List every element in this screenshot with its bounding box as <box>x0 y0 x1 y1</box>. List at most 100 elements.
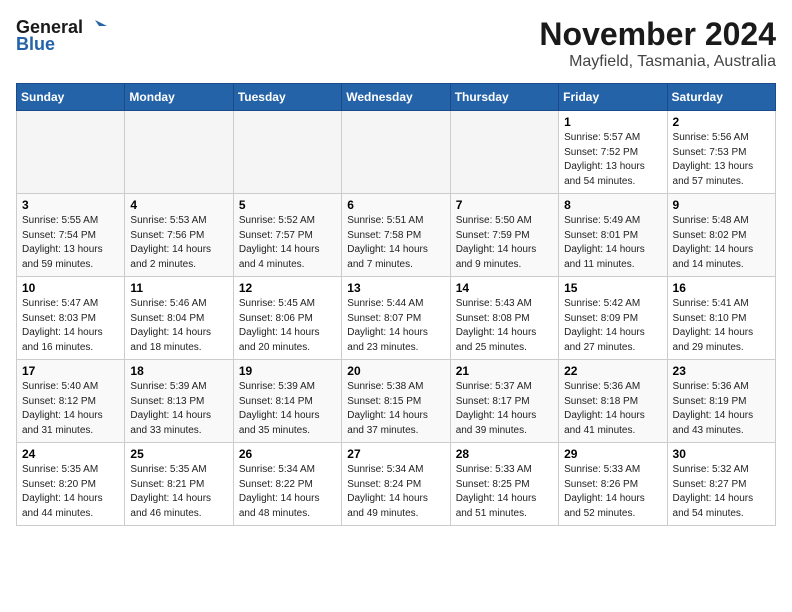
day-number: 7 <box>456 198 553 212</box>
day-info: Sunrise: 5:44 AMSunset: 8:07 PMDaylight:… <box>347 298 428 353</box>
day-number: 17 <box>22 364 119 378</box>
day-number: 19 <box>239 364 336 378</box>
day-info: Sunrise: 5:36 AMSunset: 8:19 PMDaylight:… <box>673 381 754 436</box>
day-info: Sunrise: 5:51 AMSunset: 7:58 PMDaylight:… <box>347 215 428 270</box>
day-info: Sunrise: 5:52 AMSunset: 7:57 PMDaylight:… <box>239 215 320 270</box>
calendar-week-1: 1 Sunrise: 5:57 AMSunset: 7:52 PMDaylight… <box>17 111 776 194</box>
calendar-cell: 23Sunrise: 5:36 AMSunset: 8:19 PMDayligh… <box>667 360 775 443</box>
calendar-body: 1 Sunrise: 5:57 AMSunset: 7:52 PMDaylight… <box>17 111 776 526</box>
calendar-cell: 11 Sunrise: 5:46 AMSunset: 8:04 PMDayligh… <box>125 277 233 360</box>
calendar-cell: 3Sunrise: 5:55 AMSunset: 7:54 PMDaylight… <box>17 194 125 277</box>
calendar-week-4: 17 Sunrise: 5:40 AMSunset: 8:12 PMDayligh… <box>17 360 776 443</box>
day-number: 24 <box>22 447 119 461</box>
calendar-cell <box>342 111 450 194</box>
day-number: 29 <box>564 447 661 461</box>
calendar-cell: 18 Sunrise: 5:39 AMSunset: 8:13 PMDayligh… <box>125 360 233 443</box>
location: Mayfield, Tasmania, Australia <box>539 53 776 71</box>
day-info: Sunrise: 5:43 AMSunset: 8:08 PMDaylight:… <box>456 298 537 353</box>
calendar-cell: 16Sunrise: 5:41 AMSunset: 8:10 PMDayligh… <box>667 277 775 360</box>
day-info: Sunrise: 5:45 AMSunset: 8:06 PMDaylight:… <box>239 298 320 353</box>
day-info: Sunrise: 5:40 AMSunset: 8:12 PMDaylight:… <box>22 381 103 436</box>
weekday-header-monday: Monday <box>125 84 233 111</box>
day-number: 8 <box>564 198 661 212</box>
day-number: 30 <box>673 447 770 461</box>
calendar-cell: 10 Sunrise: 5:47 AMSunset: 8:03 PMDayligh… <box>17 277 125 360</box>
weekday-header-saturday: Saturday <box>667 84 775 111</box>
weekday-row: SundayMondayTuesdayWednesdayThursdayFrid… <box>17 84 776 111</box>
weekday-header-wednesday: Wednesday <box>342 84 450 111</box>
header: General Blue November 2024 Mayfield, Tas… <box>16 16 776 71</box>
calendar-cell: 1 Sunrise: 5:57 AMSunset: 7:52 PMDaylight… <box>559 111 667 194</box>
calendar-cell: 24 Sunrise: 5:35 AMSunset: 8:20 PMDayligh… <box>17 443 125 526</box>
calendar-cell: 21Sunrise: 5:37 AMSunset: 8:17 PMDayligh… <box>450 360 558 443</box>
calendar-week-5: 24 Sunrise: 5:35 AMSunset: 8:20 PMDayligh… <box>17 443 776 526</box>
calendar-cell: 14 Sunrise: 5:43 AMSunset: 8:08 PMDayligh… <box>450 277 558 360</box>
calendar-cell: 29 Sunrise: 5:33 AMSunset: 8:26 PMDayligh… <box>559 443 667 526</box>
day-number: 14 <box>456 281 553 295</box>
day-info: Sunrise: 5:42 AMSunset: 8:09 PMDaylight:… <box>564 298 645 353</box>
month-title: November 2024 <box>539 16 776 53</box>
calendar-header: SundayMondayTuesdayWednesdayThursdayFrid… <box>17 84 776 111</box>
day-info: Sunrise: 5:32 AMSunset: 8:27 PMDaylight:… <box>673 464 754 519</box>
day-info: Sunrise: 5:35 AMSunset: 8:20 PMDaylight:… <box>22 464 103 519</box>
calendar-cell <box>17 111 125 194</box>
title-area: November 2024 Mayfield, Tasmania, Austra… <box>539 16 776 71</box>
weekday-header-thursday: Thursday <box>450 84 558 111</box>
calendar-cell: 30 Sunrise: 5:32 AMSunset: 8:27 PMDayligh… <box>667 443 775 526</box>
day-info: Sunrise: 5:50 AMSunset: 7:59 PMDaylight:… <box>456 215 537 270</box>
calendar-cell: 12 Sunrise: 5:45 AMSunset: 8:06 PMDayligh… <box>233 277 341 360</box>
calendar: SundayMondayTuesdayWednesdayThursdayFrid… <box>16 83 776 526</box>
day-number: 11 <box>130 281 227 295</box>
day-number: 20 <box>347 364 444 378</box>
day-number: 12 <box>239 281 336 295</box>
day-number: 6 <box>347 198 444 212</box>
day-info: Sunrise: 5:56 AMSunset: 7:53 PMDaylight:… <box>673 132 754 187</box>
day-info: Sunrise: 5:34 AMSunset: 8:24 PMDaylight:… <box>347 464 428 519</box>
weekday-header-sunday: Sunday <box>17 84 125 111</box>
calendar-cell: 19Sunrise: 5:39 AMSunset: 8:14 PMDayligh… <box>233 360 341 443</box>
calendar-week-3: 10 Sunrise: 5:47 AMSunset: 8:03 PMDayligh… <box>17 277 776 360</box>
day-info: Sunrise: 5:55 AMSunset: 7:54 PMDaylight:… <box>22 215 103 270</box>
day-info: Sunrise: 5:49 AMSunset: 8:01 PMDaylight:… <box>564 215 645 270</box>
calendar-cell: 22Sunrise: 5:36 AMSunset: 8:18 PMDayligh… <box>559 360 667 443</box>
calendar-cell: 27Sunrise: 5:34 AMSunset: 8:24 PMDayligh… <box>342 443 450 526</box>
day-number: 10 <box>22 281 119 295</box>
day-number: 16 <box>673 281 770 295</box>
logo: General Blue <box>16 16 107 55</box>
day-info: Sunrise: 5:33 AMSunset: 8:25 PMDaylight:… <box>456 464 537 519</box>
calendar-cell: 13Sunrise: 5:44 AMSunset: 8:07 PMDayligh… <box>342 277 450 360</box>
calendar-cell: 7 Sunrise: 5:50 AMSunset: 7:59 PMDaylight… <box>450 194 558 277</box>
weekday-header-friday: Friday <box>559 84 667 111</box>
day-info: Sunrise: 5:38 AMSunset: 8:15 PMDaylight:… <box>347 381 428 436</box>
day-number: 15 <box>564 281 661 295</box>
day-info: Sunrise: 5:47 AMSunset: 8:03 PMDaylight:… <box>22 298 103 353</box>
calendar-cell: 4Sunrise: 5:53 AMSunset: 7:56 PMDaylight… <box>125 194 233 277</box>
day-info: Sunrise: 5:39 AMSunset: 8:13 PMDaylight:… <box>130 381 211 436</box>
calendar-cell: 5 Sunrise: 5:52 AMSunset: 7:57 PMDaylight… <box>233 194 341 277</box>
day-info: Sunrise: 5:35 AMSunset: 8:21 PMDaylight:… <box>130 464 211 519</box>
day-info: Sunrise: 5:46 AMSunset: 8:04 PMDaylight:… <box>130 298 211 353</box>
day-number: 22 <box>564 364 661 378</box>
day-info: Sunrise: 5:37 AMSunset: 8:17 PMDaylight:… <box>456 381 537 436</box>
day-number: 26 <box>239 447 336 461</box>
logo-bird-icon <box>85 16 107 38</box>
calendar-cell: 26Sunrise: 5:34 AMSunset: 8:22 PMDayligh… <box>233 443 341 526</box>
day-number: 28 <box>456 447 553 461</box>
calendar-cell: 20 Sunrise: 5:38 AMSunset: 8:15 PMDayligh… <box>342 360 450 443</box>
day-number: 1 <box>564 115 661 129</box>
calendar-cell: 2 Sunrise: 5:56 AMSunset: 7:53 PMDaylight… <box>667 111 775 194</box>
calendar-cell <box>450 111 558 194</box>
day-number: 2 <box>673 115 770 129</box>
calendar-cell: 15 Sunrise: 5:42 AMSunset: 8:09 PMDayligh… <box>559 277 667 360</box>
day-number: 9 <box>673 198 770 212</box>
day-number: 5 <box>239 198 336 212</box>
day-info: Sunrise: 5:53 AMSunset: 7:56 PMDaylight:… <box>130 215 211 270</box>
day-info: Sunrise: 5:57 AMSunset: 7:52 PMDaylight:… <box>564 132 645 187</box>
day-info: Sunrise: 5:33 AMSunset: 8:26 PMDaylight:… <box>564 464 645 519</box>
day-number: 25 <box>130 447 227 461</box>
calendar-cell: 8 Sunrise: 5:49 AMSunset: 8:01 PMDaylight… <box>559 194 667 277</box>
weekday-header-tuesday: Tuesday <box>233 84 341 111</box>
calendar-cell <box>125 111 233 194</box>
calendar-cell: 17 Sunrise: 5:40 AMSunset: 8:12 PMDayligh… <box>17 360 125 443</box>
day-number: 18 <box>130 364 227 378</box>
